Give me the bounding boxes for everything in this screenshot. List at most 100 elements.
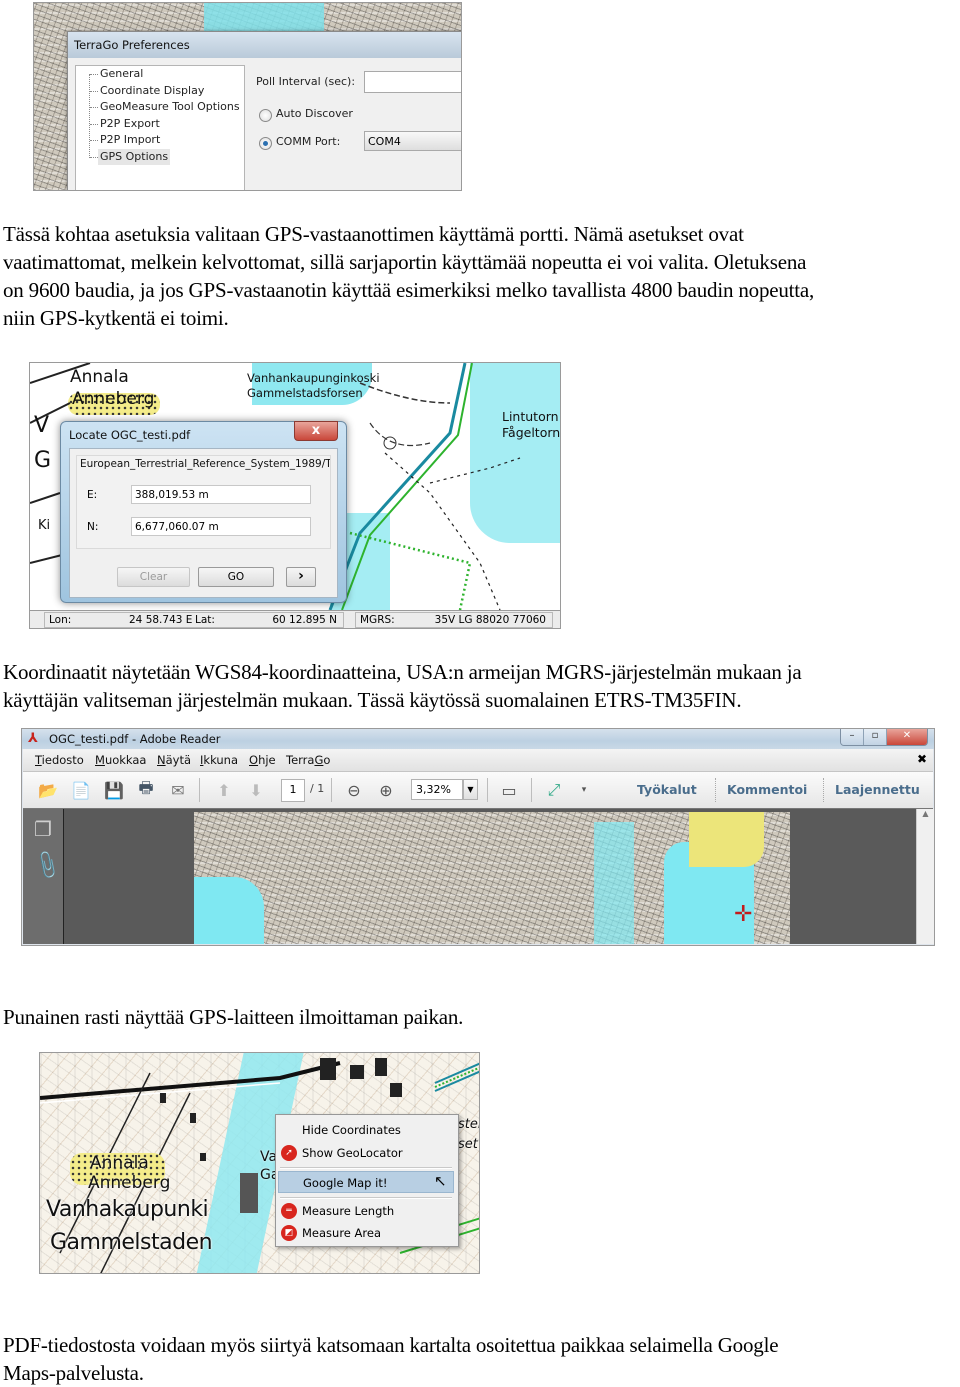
mgrs-cell: MGRS: 35V LG 88020 77060 (355, 612, 553, 628)
menu-tiedosto[interactable]: Tiedosto (35, 753, 84, 767)
dialog-title: TerraGo Preferences (68, 32, 461, 58)
menu-accelerator: N (157, 753, 166, 767)
menu-item-show-geolocator[interactable]: ➚ Show GeoLocator (278, 1142, 454, 1164)
comm-port-label: COMM Port: (276, 135, 341, 148)
mgrs-value: 35V LG 88020 77060 (434, 614, 546, 626)
mgrs-label: MGRS: (360, 614, 395, 626)
map-label-set: set (458, 1137, 478, 1152)
tree-item-p2p-import[interactable]: P2P Import (100, 132, 160, 148)
map-label-anneberg: Anneberg (72, 389, 155, 409)
print-icon[interactable]: 🖶 (135, 778, 157, 800)
menu-item-label: Measure Length (302, 1204, 395, 1218)
close-document-icon[interactable]: ✖ (917, 752, 927, 766)
northing-input[interactable]: 6,677,060.07 m (131, 517, 311, 536)
menu-ohje[interactable]: Ohje (249, 753, 276, 767)
zoom-in-icon[interactable]: ⊕ (375, 780, 397, 800)
terrago-preferences-screenshot: TerraGo Preferences General Coordinate D… (33, 2, 462, 191)
map-label-sten: sten (458, 1117, 479, 1132)
easting-input[interactable]: 388,019.53 m (131, 485, 311, 504)
coordinate-status-bar: Lon: 24 58.743 E Lat: 60 12.895 N MGRS: … (30, 610, 560, 628)
menu-nayta[interactable]: Näytä (157, 753, 191, 767)
crs-label: European_Terrestrial_Reference_System_19… (80, 458, 330, 470)
tree-item-coordinate-display[interactable]: Coordinate Display (100, 83, 204, 99)
paragraph-coordinates: Koordinaatit näytetään WGS84-koordinaatt… (3, 660, 802, 712)
scroll-up-icon[interactable]: ▲ (922, 809, 928, 818)
fit-page-icon[interactable]: ▭ (498, 780, 520, 800)
window-titlebar: ⅄ OGC_testi.pdf - Adobe Reader – ▫ ✕ (22, 729, 934, 749)
zoom-level-input[interactable]: 3,32% (411, 779, 463, 800)
zoom-dropdown-icon[interactable]: ▼ (463, 779, 478, 800)
menu-terrago[interactable]: TerraGo (286, 753, 330, 767)
paragraph-gps-port: Tässä kohtaa asetuksia valitaan GPS-vast… (3, 222, 815, 330)
page-thumbnails-icon[interactable]: ❐ (34, 817, 52, 841)
lat-label: Lat: (195, 614, 215, 626)
previous-page-icon[interactable]: ⬆ (213, 780, 235, 800)
menu-item-measure-length[interactable]: ═ Measure Length (278, 1200, 454, 1222)
zoom-out-icon[interactable]: ⊖ (343, 780, 365, 800)
measure-area-icon: ◩ (281, 1225, 297, 1241)
toolbar-overflow-icon[interactable]: ▾ (573, 780, 595, 800)
close-button[interactable]: x (294, 421, 338, 441)
vertical-scrollbar[interactable]: ▲ (916, 809, 934, 944)
comm-port-select[interactable]: COM4 (364, 131, 461, 151)
menu-label: Terra (286, 753, 315, 767)
next-page-icon[interactable]: ⬇ (245, 780, 267, 800)
map-label-v: V (34, 413, 50, 438)
lon-lat-cell: Lon: 24 58.743 E Lat: 60 12.895 N (44, 612, 344, 628)
menu-item-measure-area[interactable]: ◩ Measure Area (278, 1222, 454, 1244)
poll-interval-input[interactable] (364, 71, 461, 93)
clear-button[interactable]: Clear (117, 567, 190, 587)
close-window-button[interactable]: ✕ (887, 729, 927, 745)
locate-dialog-screenshot: Annala Anneberg Vanhankaupunginkoski Gam… (29, 362, 561, 629)
lat-value: 60 12.895 N (272, 614, 337, 626)
map-label-gammelstadsforsen: Gammelstadsforsen (247, 386, 363, 400)
toolbar-divider (531, 778, 532, 802)
menu-item-google-map-it[interactable]: Google Map it! (278, 1171, 454, 1193)
attachments-icon[interactable]: 📎 (31, 848, 65, 881)
tree-item-gps-options[interactable]: GPS Options (98, 149, 171, 165)
map-label-lintutorn: Lintutorn (502, 409, 559, 424)
map-label-g: G (34, 448, 52, 473)
menu-accelerator: T (35, 753, 42, 767)
navigation-sidebar: ❐ 📎 (23, 809, 64, 944)
menu-label: uokkaa (104, 753, 147, 767)
menu-muokkaa[interactable]: Muokkaa (95, 753, 146, 767)
full-screen-icon[interactable]: ⤢ (543, 780, 565, 800)
open-file-icon[interactable]: 📂 (37, 780, 59, 800)
page-number-input[interactable]: 1 (281, 779, 305, 802)
go-button[interactable]: GO (198, 567, 274, 587)
pane-divider (715, 778, 716, 802)
preferences-tree: General Coordinate Display GeoMeasure To… (75, 65, 245, 190)
toolbar-divider (199, 778, 200, 802)
menu-item-label: Google Map it! (303, 1176, 388, 1190)
adobe-reader-screenshot: ⅄ OGC_testi.pdf - Adobe Reader – ▫ ✕ Tie… (21, 728, 935, 946)
locate-dialog: Locate OGC_testi.pdf x European_Terrestr… (60, 421, 347, 603)
paragraph-red-cross: Punainen rasti näyttää GPS-laitteen ilmo… (3, 1005, 464, 1029)
pdf-map-page[interactable]: ✛ (194, 812, 790, 944)
next-button[interactable]: › (286, 567, 316, 587)
tree-item-geomeasure-tool-options[interactable]: GeoMeasure Tool Options (100, 99, 240, 115)
highlight-area (689, 812, 764, 867)
tools-pane-link[interactable]: Työkalut (637, 782, 697, 797)
comment-pane-link[interactable]: Kommentoi (727, 782, 807, 797)
auto-discover-label: Auto Discover (276, 107, 353, 120)
extended-pane-link[interactable]: Laajennettu (835, 782, 920, 797)
map-label-annala: Annala (70, 367, 129, 387)
toolbar-divider (487, 778, 488, 802)
tree-item-p2p-export[interactable]: P2P Export (100, 116, 160, 132)
map-label-vanhankaupunginkoski: Vanhankaupunginkoski (247, 371, 380, 385)
poll-interval-label: Poll Interval (sec): (256, 75, 356, 88)
auto-discover-radio[interactable] (259, 109, 272, 122)
tree-item-general[interactable]: General (100, 66, 143, 82)
email-icon[interactable]: ✉ (167, 780, 189, 800)
minimize-button[interactable]: – (841, 729, 864, 745)
create-pdf-icon[interactable]: 📄 (70, 780, 92, 800)
menu-ikkuna[interactable]: Ikkuna (200, 753, 238, 767)
menu-item-hide-coordinates[interactable]: Hide Coordinates (278, 1119, 454, 1141)
menu-item-label: Show GeoLocator (302, 1146, 403, 1160)
save-icon[interactable]: 💾 (103, 780, 125, 800)
easting-label: E: (87, 489, 98, 501)
maximize-button[interactable]: ▫ (864, 729, 887, 745)
comm-port-radio[interactable] (259, 137, 272, 150)
tree-connector (89, 74, 91, 158)
